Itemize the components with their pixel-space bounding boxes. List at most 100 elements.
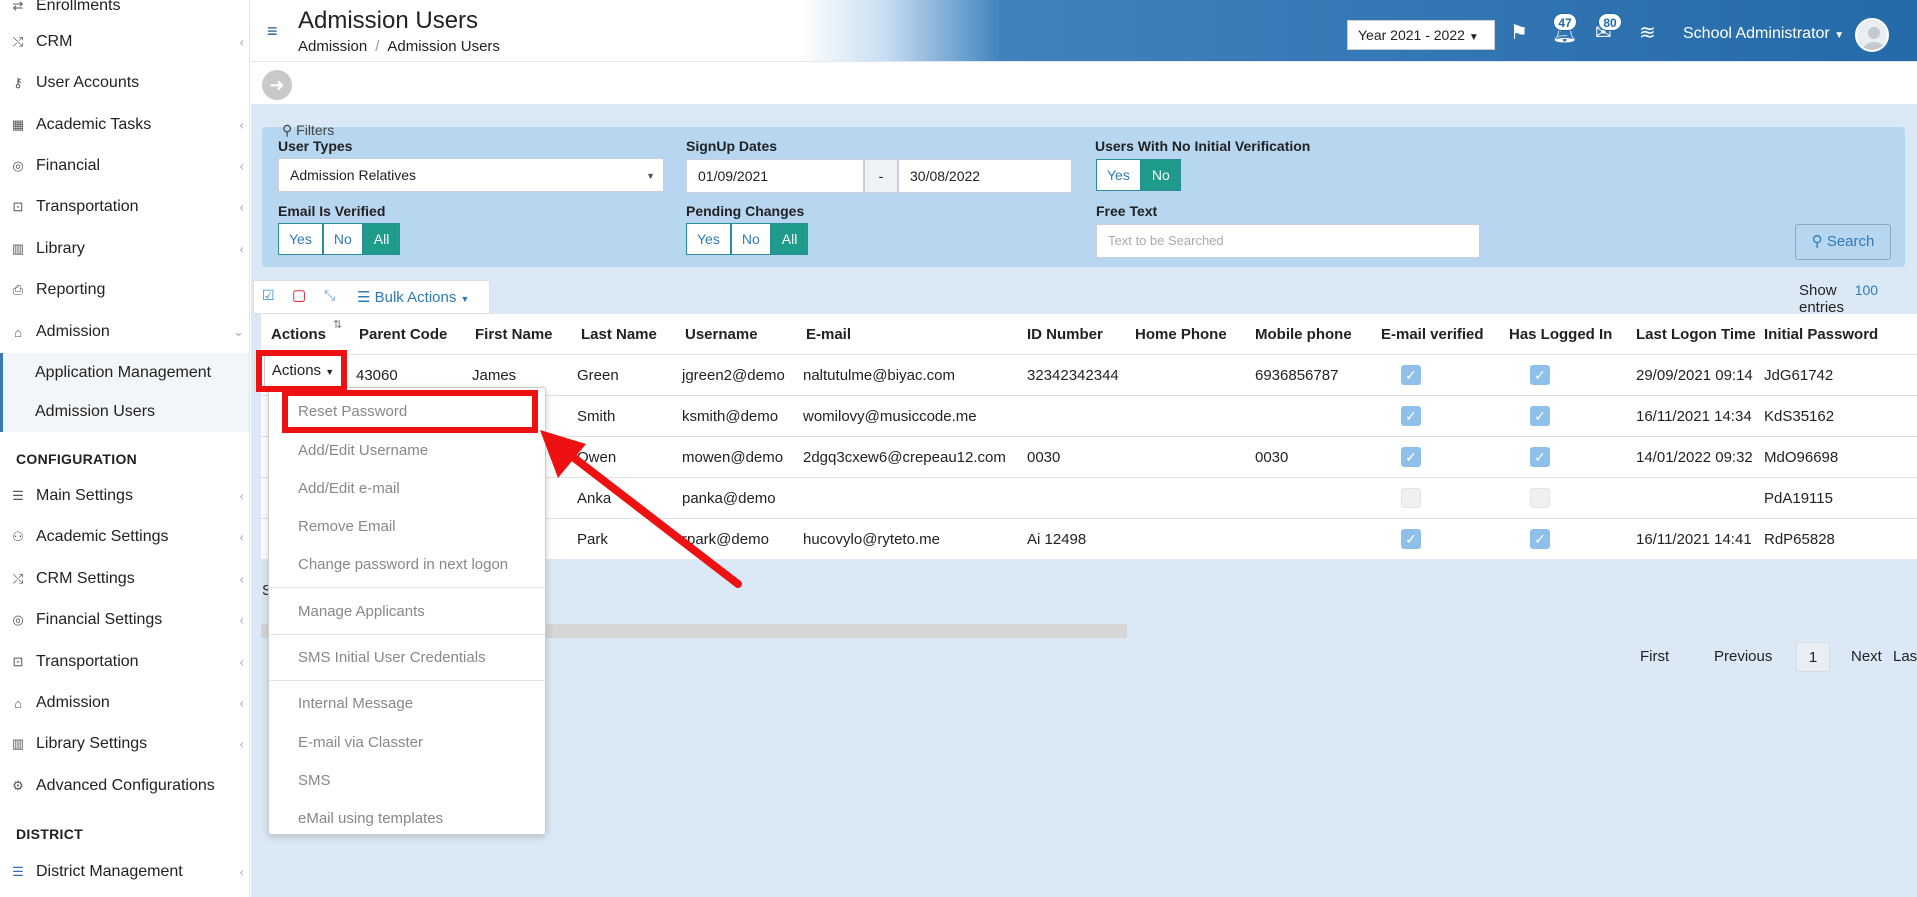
bulk-actions-button[interactable]: ☰ Bulk Actions ▼ <box>357 288 469 306</box>
search-icon: ⚲ <box>282 122 293 138</box>
column-header-has-logged-in[interactable]: Has Logged In <box>1509 314 1612 356</box>
sort-icon[interactable]: ⇅ <box>333 318 342 331</box>
menu-item-manage-applicants[interactable]: Manage Applicants <box>269 597 545 627</box>
year-select[interactable]: Year 2021 - 2022 ▼ <box>1347 20 1495 50</box>
no-option[interactable]: No <box>1140 159 1181 191</box>
sidebar-subitem-admission-users[interactable]: Admission Users <box>0 392 249 432</box>
sidebar-item-academic-settings[interactable]: ⚇ Academic Settings ‹ <box>0 517 249 557</box>
menu-item-email-templates[interactable]: eMail using templates <box>269 804 545 834</box>
column-header-initial-password[interactable]: Initial Password <box>1764 314 1878 356</box>
sidebar-item-crm-settings[interactable]: ⤭ CRM Settings ‹ <box>0 559 249 599</box>
user-types-select[interactable]: Admission Relatives ▼ <box>278 158 664 192</box>
menu-item-internal-message[interactable]: Internal Message <box>269 689 545 719</box>
column-header-id-number[interactable]: ID Number <box>1027 314 1103 356</box>
avatar[interactable] <box>1855 18 1889 52</box>
printer-icon: ⎙ <box>12 282 24 297</box>
back-arrow-icon[interactable]: ➜ <box>262 70 292 100</box>
sidebar-item-transportation[interactable]: ⊡ Transportation ‹ <box>0 187 249 227</box>
column-header-home-phone[interactable]: Home Phone <box>1135 314 1227 356</box>
sidebar-item-admission[interactable]: ⌂ Admission ⌄ <box>0 312 249 352</box>
pager-next[interactable]: Next <box>1851 642 1882 672</box>
yes-option[interactable]: Yes <box>278 223 323 255</box>
filters-label[interactable]: ⚲ Filters <box>282 122 334 139</box>
logged-in-checkbox[interactable] <box>1530 488 1550 508</box>
breadcrumb: Admission / Admission Users <box>298 38 500 55</box>
chevron-left-icon: ‹ <box>239 695 244 711</box>
sidebar-heading-district: DISTRICT <box>16 826 83 842</box>
pagination: First Previous 1 Next Last <box>1617 642 1917 672</box>
search-button[interactable]: ⚲ Search <box>1795 224 1891 260</box>
column-header-last-name[interactable]: Last Name <box>581 314 657 356</box>
chevron-left-icon: ‹ <box>239 571 244 587</box>
sidebar-item-admission-settings[interactable]: ⌂ Admission ‹ <box>0 683 249 723</box>
email-verified-checkbox[interactable]: ✓ <box>1401 529 1421 549</box>
email-verified-checkbox[interactable]: ✓ <box>1401 365 1421 385</box>
user-menu[interactable]: School Administrator ▼ <box>1683 25 1844 43</box>
menu-item-change-password-next-logon[interactable]: Change password in next logon <box>269 550 545 580</box>
yes-option[interactable]: Yes <box>686 223 731 255</box>
sidebar-item-financial[interactable]: ◎ Financial ‹ <box>0 146 249 186</box>
column-header-username[interactable]: Username <box>685 314 758 356</box>
column-header-email-verified[interactable]: E-mail verified <box>1381 314 1484 356</box>
users-icon: ⚇ <box>12 529 24 544</box>
sidebar-item-crm[interactable]: ⤭ CRM ‹ <box>0 22 249 62</box>
email-verified-checkbox[interactable] <box>1401 488 1421 508</box>
free-text-input[interactable]: Text to be Searched <box>1096 224 1480 258</box>
pager-page-1[interactable]: 1 <box>1796 642 1830 672</box>
hamburger-menu-icon[interactable]: ≡ <box>267 22 283 40</box>
menu-item-email-via-classter[interactable]: E-mail via Classter <box>269 728 545 758</box>
column-header-last-logon-time[interactable]: Last Logon Time <box>1636 314 1756 356</box>
logged-in-checkbox[interactable]: ✓ <box>1530 529 1550 549</box>
pager-first[interactable]: First <box>1640 642 1669 672</box>
sidebar-item-library-settings[interactable]: ▥ Library Settings ‹ <box>0 724 249 764</box>
menu-item-remove-email[interactable]: Remove Email <box>269 512 545 542</box>
sidebar-item-library[interactable]: ▥ Library ‹ <box>0 229 249 269</box>
column-header-email[interactable]: E-mail <box>806 314 851 356</box>
email-verified-checkbox[interactable]: ✓ <box>1401 447 1421 467</box>
sidebar-item-user-accounts[interactable]: ⚷ User Accounts <box>0 63 249 103</box>
logged-in-checkbox[interactable]: ✓ <box>1530 406 1550 426</box>
column-header-parent-code[interactable]: Parent Code <box>359 314 447 356</box>
sidebar-item-main-settings[interactable]: ☰ Main Settings ‹ <box>0 476 249 516</box>
layers-icon[interactable]: ≋ <box>1639 20 1656 45</box>
signup-dates-label: SignUp Dates <box>686 138 778 154</box>
menu-item-add-edit-email[interactable]: Add/Edit e-mail <box>269 474 545 504</box>
column-header-first-name[interactable]: First Name <box>475 314 553 356</box>
cell-last-logon: 16/11/2021 14:34 <box>1636 408 1752 425</box>
flag-icon[interactable]: ⚑ <box>1510 20 1528 45</box>
logged-in-checkbox[interactable]: ✓ <box>1530 447 1550 467</box>
sidebar-item-financial-settings[interactable]: ◎ Financial Settings ‹ <box>0 600 249 640</box>
cell-last-logon: 16/11/2021 14:41 <box>1636 531 1752 548</box>
sidebar-subitem-application-management[interactable]: Application Management <box>0 353 249 393</box>
menu-divider <box>269 680 545 681</box>
sidebar-item-district-management[interactable]: ☰ District Management ‹ <box>0 852 249 892</box>
sidebar-item-academic-tasks[interactable]: ▦ Academic Tasks ‹ <box>0 105 249 145</box>
compress-icon[interactable]: ⤡ <box>324 287 335 304</box>
signup-to-input[interactable]: 30/08/2022 <box>898 159 1072 193</box>
all-option[interactable]: All <box>362 223 401 255</box>
chevron-left-icon: ‹ <box>239 34 244 50</box>
yes-option[interactable]: Yes <box>1096 159 1141 191</box>
cell-mobile: 6936856787 <box>1255 367 1339 384</box>
all-option[interactable]: All <box>770 223 809 255</box>
page-title: Admission Users <box>298 7 479 34</box>
pager-last[interactable]: Last <box>1893 642 1917 672</box>
menu-item-add-edit-username[interactable]: Add/Edit Username <box>269 436 545 466</box>
breadcrumb-item[interactable]: Admission <box>298 38 367 55</box>
menu-item-sms-initial-credentials[interactable]: SMS Initial User Credentials <box>269 643 545 673</box>
uncheck-all-icon[interactable]: ▢ <box>292 286 306 304</box>
signup-from-input[interactable]: 01/09/2021 <box>686 159 864 193</box>
email-verified-checkbox[interactable]: ✓ <box>1401 406 1421 426</box>
no-option[interactable]: No <box>730 223 771 255</box>
pager-previous[interactable]: Previous <box>1714 642 1772 672</box>
sidebar-item-reporting[interactable]: ⎙ Reporting <box>0 270 249 310</box>
entries-count-select[interactable]: 100 <box>1855 282 1878 298</box>
menu-item-sms[interactable]: SMS <box>269 766 545 796</box>
no-option[interactable]: No <box>322 223 363 255</box>
check-all-icon[interactable]: ☑ <box>262 287 275 304</box>
sidebar-item-transportation-settings[interactable]: ⊡ Transportation ‹ <box>0 642 249 682</box>
column-header-mobile-phone[interactable]: Mobile phone <box>1255 314 1352 356</box>
sidebar-item-advanced-configurations[interactable]: ⚙ Advanced Configurations <box>0 766 249 806</box>
logged-in-checkbox[interactable]: ✓ <box>1530 365 1550 385</box>
cell-last-name: Green <box>577 367 619 384</box>
